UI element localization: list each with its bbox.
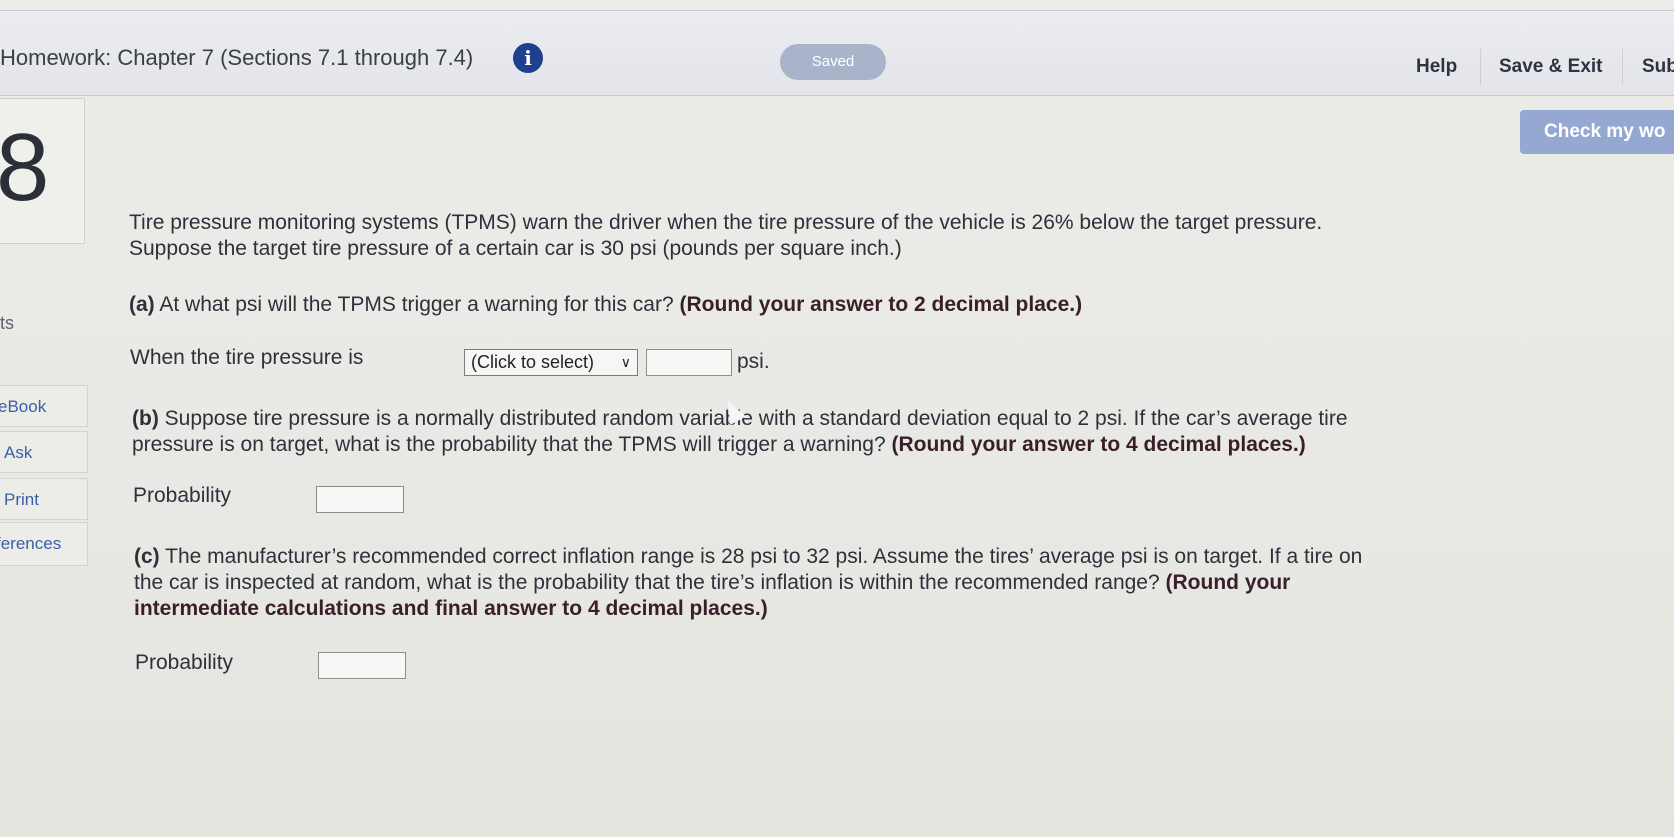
assignment-title: Homework: Chapter 7 (Sections 7.1 throug… xyxy=(0,45,474,70)
part-a-answer-prefix: When the tire pressure is xyxy=(130,346,364,369)
part-a-instruction: (Round your answer to 2 decimal place.) xyxy=(679,293,1083,316)
psi-unit-label: psi. xyxy=(737,350,770,373)
part-c-probability-label: Probability xyxy=(135,651,234,674)
question-intro-line1: Tire pressure monitoring systems (TPMS) … xyxy=(129,211,1323,234)
info-icon[interactable]: i xyxy=(513,43,543,73)
print-tab[interactable]: Print xyxy=(0,478,88,520)
divider xyxy=(1480,49,1481,85)
select-value: (Click to select) xyxy=(471,352,595,372)
part-b-line1: Suppose tire pressure is a normally dist… xyxy=(158,407,1348,430)
part-c-prompt-line1: (c) The manufacturer’s recommended corre… xyxy=(134,544,1362,570)
ask-tab[interactable]: Ask xyxy=(0,431,88,473)
part-c-prompt-line3: intermediate calculations and final answ… xyxy=(134,596,768,622)
part-c-prompt-line2: the car is inspected at random, what is … xyxy=(134,570,1290,596)
psi-answer-input[interactable] xyxy=(646,349,732,376)
save-exit-link[interactable]: Save & Exit xyxy=(1499,56,1603,78)
chevron-down-icon: ∨ xyxy=(620,354,631,370)
part-c-line1: The manufacturer’s recommended correct i… xyxy=(159,545,1363,568)
part-c-line2: the car is inspected at random, what is … xyxy=(134,571,1166,594)
tire-pressure-select[interactable]: (Click to select) ∨ xyxy=(464,349,638,376)
page: Homework: Chapter 7 (Sections 7.1 throug… xyxy=(0,0,1674,837)
question-number: 8 xyxy=(0,114,50,221)
part-a-text: At what psi will the TPMS trigger a warn… xyxy=(154,293,680,316)
references-tab[interactable]: ferences xyxy=(0,522,88,566)
ebook-tab[interactable]: eBook xyxy=(0,385,88,427)
part-c-instruction-end: intermediate calculations and final answ… xyxy=(134,597,768,620)
submit-link[interactable]: Sub xyxy=(1642,56,1674,78)
part-a-prompt: (a) At what psi will the TPMS trigger a … xyxy=(129,292,1082,318)
divider xyxy=(1622,49,1623,85)
question-intro-line2: Suppose the target tire pressure of a ce… xyxy=(129,237,902,260)
part-b-instruction: (Round your answer to 4 decimal places.) xyxy=(891,433,1306,456)
part-a-label: (a) xyxy=(129,293,155,316)
part-c-instruction-start: (Round your xyxy=(1165,571,1291,594)
check-my-work-button[interactable]: Check my wo xyxy=(1520,110,1674,154)
points-label: ts xyxy=(0,313,15,333)
help-link[interactable]: Help xyxy=(1416,56,1457,78)
part-c-label: (c) xyxy=(134,545,160,568)
saved-status-badge: Saved xyxy=(780,44,886,80)
part-b-prompt-line2: pressure is on target, what is the proba… xyxy=(132,432,1306,458)
part-c-probability-input[interactable] xyxy=(318,652,406,679)
part-b-line2: pressure is on target, what is the proba… xyxy=(132,433,892,456)
top-bar: Homework: Chapter 7 (Sections 7.1 throug… xyxy=(0,10,1674,96)
part-b-probability-label: Probability xyxy=(133,484,232,507)
part-b-probability-input[interactable] xyxy=(316,486,404,513)
part-b-label: (b) xyxy=(132,407,159,430)
